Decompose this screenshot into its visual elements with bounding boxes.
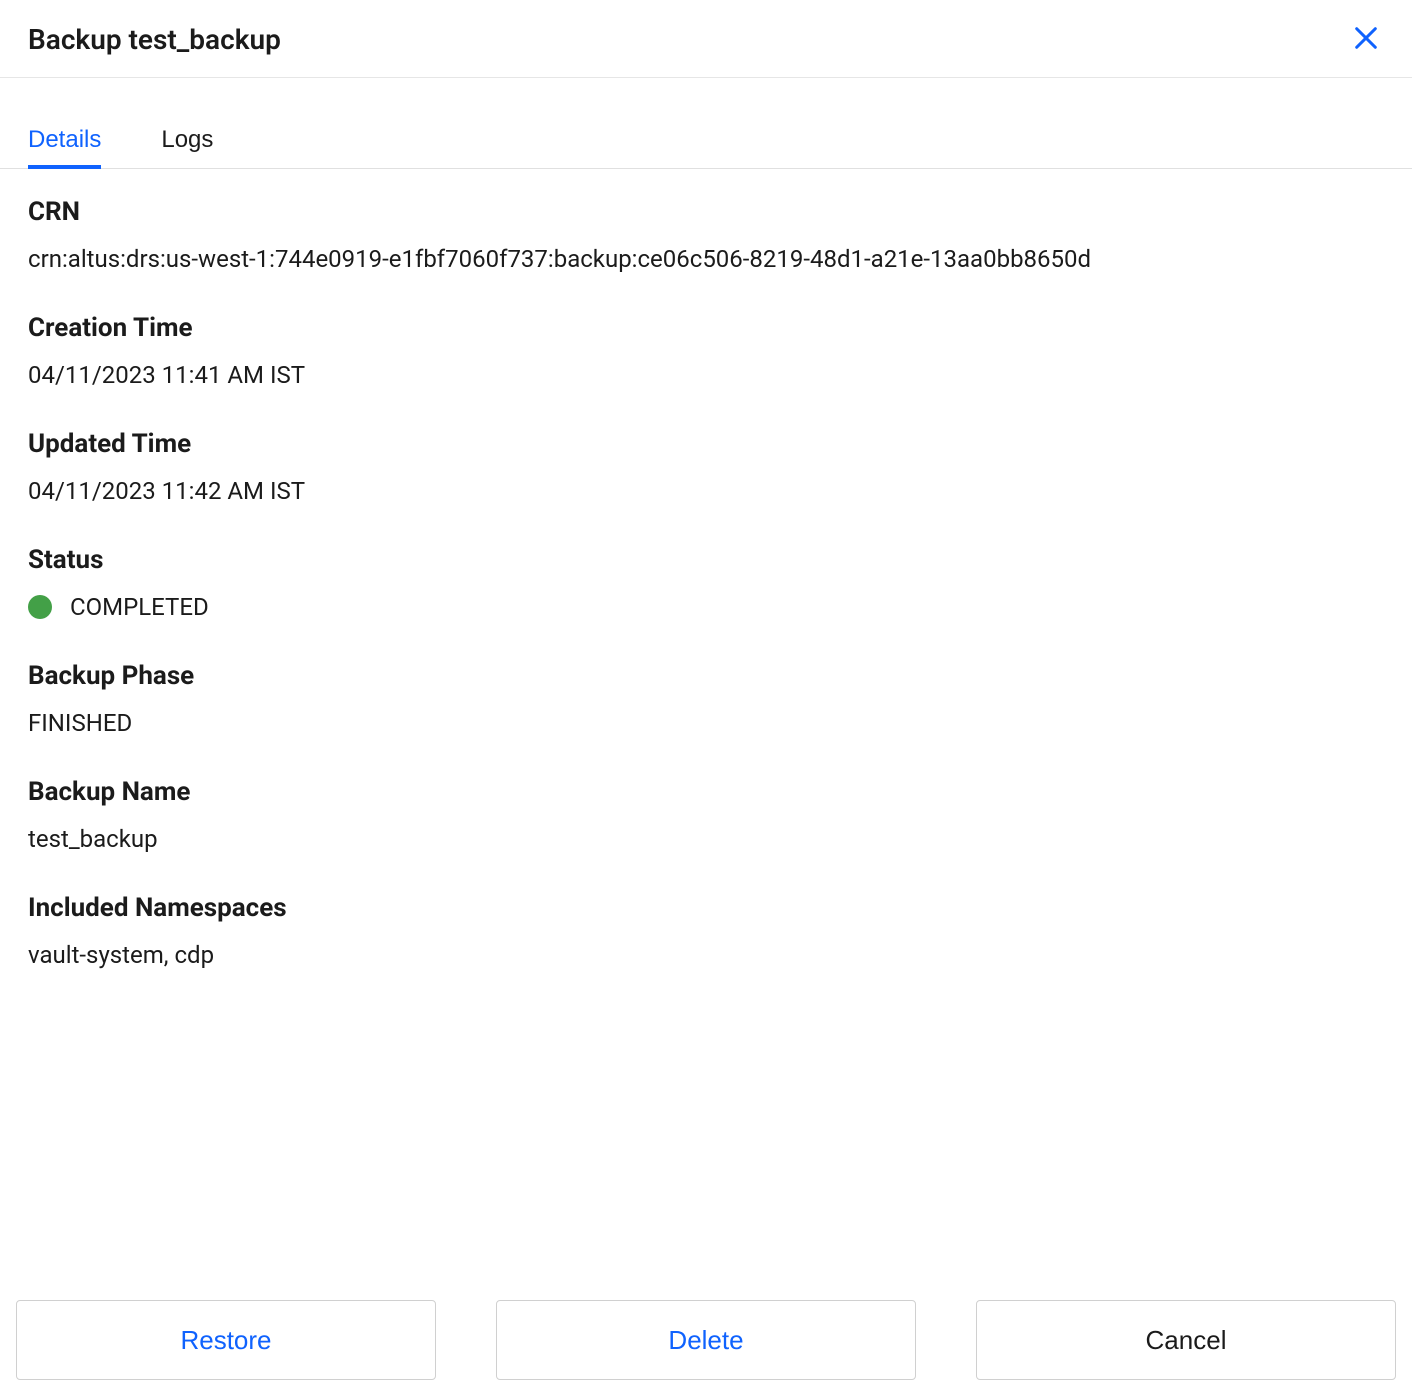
crn-label: CRN bbox=[28, 197, 1384, 227]
panel-title: Backup test_backup bbox=[28, 23, 281, 56]
cancel-button[interactable]: Cancel bbox=[976, 1300, 1396, 1380]
crn-value: crn:altus:drs:us-west-1:744e0919-e1fbf70… bbox=[28, 245, 1384, 273]
delete-button[interactable]: Delete bbox=[496, 1300, 916, 1380]
field-status: Status COMPLETED bbox=[28, 545, 1384, 621]
field-updated-time: Updated Time 04/11/2023 11:42 AM IST bbox=[28, 429, 1384, 505]
field-creation-time: Creation Time 04/11/2023 11:41 AM IST bbox=[28, 313, 1384, 389]
close-button[interactable] bbox=[1348, 20, 1384, 59]
status-label: Status bbox=[28, 545, 1384, 575]
creation-time-value: 04/11/2023 11:41 AM IST bbox=[28, 361, 1384, 389]
status-dot-icon bbox=[28, 595, 52, 619]
footer-actions: Restore Delete Cancel bbox=[0, 1300, 1412, 1380]
backup-details-panel: Backup test_backup Details Logs CRN crn:… bbox=[0, 0, 1412, 1380]
backup-phase-value: FINISHED bbox=[28, 709, 1384, 737]
included-namespaces-label: Included Namespaces bbox=[28, 893, 1384, 923]
panel-header: Backup test_backup bbox=[0, 0, 1412, 78]
field-backup-phase: Backup Phase FINISHED bbox=[28, 661, 1384, 737]
included-namespaces-value: vault-system, cdp bbox=[28, 941, 1384, 969]
details-content: CRN crn:altus:drs:us-west-1:744e0919-e1f… bbox=[0, 169, 1412, 1300]
field-backup-name: Backup Name test_backup bbox=[28, 777, 1384, 853]
updated-time-value: 04/11/2023 11:42 AM IST bbox=[28, 477, 1384, 505]
status-row: COMPLETED bbox=[28, 593, 1384, 621]
tab-details[interactable]: Details bbox=[28, 126, 101, 168]
close-icon bbox=[1352, 24, 1380, 55]
restore-button[interactable]: Restore bbox=[16, 1300, 436, 1380]
tab-logs[interactable]: Logs bbox=[161, 126, 213, 168]
field-included-namespaces: Included Namespaces vault-system, cdp bbox=[28, 893, 1384, 969]
field-crn: CRN crn:altus:drs:us-west-1:744e0919-e1f… bbox=[28, 197, 1384, 273]
status-value: COMPLETED bbox=[70, 593, 209, 621]
backup-name-label: Backup Name bbox=[28, 777, 1384, 807]
creation-time-label: Creation Time bbox=[28, 313, 1384, 343]
backup-name-value: test_backup bbox=[28, 825, 1384, 853]
backup-phase-label: Backup Phase bbox=[28, 661, 1384, 691]
tab-bar: Details Logs bbox=[0, 126, 1412, 169]
updated-time-label: Updated Time bbox=[28, 429, 1384, 459]
